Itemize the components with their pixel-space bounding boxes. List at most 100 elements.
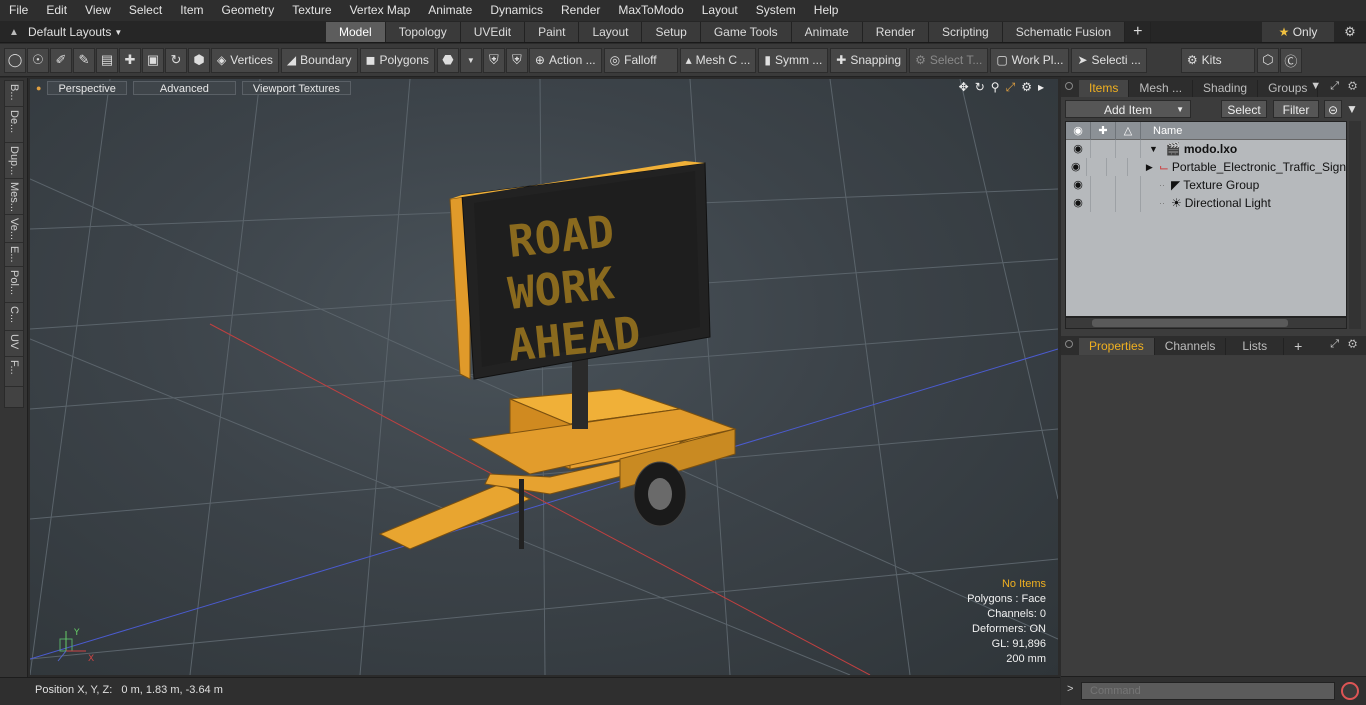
polygons-button[interactable]: ◼ Polygons <box>359 47 435 73</box>
unreal-icon[interactable]: Ⓒ <box>1279 47 1302 73</box>
menu-vertex-map[interactable]: Vertex Map <box>341 0 420 21</box>
left-tab-vertex[interactable]: Ve... <box>5 215 23 243</box>
render-col-icon[interactable]: △ <box>1116 122 1141 140</box>
orbit-icon[interactable]: ↻ <box>975 80 985 95</box>
left-tab-basic[interactable]: B... <box>5 81 23 107</box>
collapse-icon[interactable]: ⊝ <box>1324 100 1342 118</box>
funnel-icon[interactable]: ▼ <box>1346 102 1364 116</box>
select-through-button[interactable]: ⚙ Select T... <box>909 47 989 73</box>
viewport-textures-button[interactable]: Viewport Textures <box>241 81 351 95</box>
eye-icon[interactable]: ◉ <box>1066 194 1091 212</box>
eye-icon[interactable]: ◉ <box>1066 158 1087 176</box>
globe-icon[interactable]: ☉ <box>27 47 49 73</box>
tab-scripting[interactable]: Scripting <box>929 22 1003 42</box>
symmetry-shield-icon[interactable]: ⛨ <box>482 47 505 73</box>
tab-game-tools[interactable]: Game Tools <box>700 22 792 42</box>
add-tab-button[interactable]: + <box>1284 338 1312 355</box>
tab-properties[interactable]: Properties <box>1079 338 1155 355</box>
scroll-thumb[interactable] <box>1092 319 1288 327</box>
eye-icon[interactable]: ◉ <box>1066 140 1091 158</box>
falloff-button[interactable]: ◎ Falloff <box>603 47 678 73</box>
pen-icon[interactable]: ✐ <box>50 47 72 73</box>
menu-item[interactable]: Item <box>171 0 212 21</box>
add-item-button[interactable]: Add Item ▼ <box>1065 100 1191 118</box>
menu-geometry[interactable]: Geometry <box>213 0 284 21</box>
panel-corner-icons[interactable]: ⤢ ⚙ <box>1330 338 1360 351</box>
snapping-button[interactable]: ✚ Snapping <box>830 47 908 73</box>
panel-menu-icon[interactable] <box>1065 340 1073 348</box>
list-item[interactable]: ◉ ·· ◤ Texture Group <box>1066 176 1346 194</box>
left-tab-duplicate[interactable]: Dup... <box>5 143 23 179</box>
list-item[interactable]: ◉ ·· ☀ Directional Light <box>1066 194 1346 212</box>
tab-setup[interactable]: Setup <box>642 22 701 42</box>
menu-edit[interactable]: Edit <box>37 0 76 21</box>
panel-menu-icon[interactable] <box>1065 82 1073 90</box>
left-tab-mesh-edit[interactable]: Mes... <box>5 179 23 215</box>
brush-icon[interactable]: ✎ <box>73 47 95 73</box>
action-center-button[interactable]: ⊕ Action ... <box>528 47 602 73</box>
command-arrow-icon[interactable]: > <box>1067 683 1073 695</box>
perspective-button[interactable]: Perspective <box>47 81 127 95</box>
tab-mesh[interactable]: Mesh ... <box>1129 80 1194 97</box>
menu-texture[interactable]: Texture <box>283 0 340 21</box>
expand-arrow-icon[interactable]: ▸ <box>1038 80 1044 95</box>
command-input[interactable] <box>1081 682 1335 700</box>
add-tab-button[interactable]: + <box>1125 22 1152 42</box>
advanced-button[interactable]: Advanced <box>132 81 236 95</box>
select-button[interactable]: Select <box>1221 100 1267 118</box>
vertices-button[interactable]: ◈ Vertices <box>211 47 279 73</box>
expand-arrow-icon[interactable]: ▼ <box>1149 144 1158 154</box>
list-item[interactable]: ◉ ▼ 🎬 modo.lxo <box>1066 140 1346 158</box>
boundary-button[interactable]: ◢ Boundary <box>280 47 358 73</box>
tab-items[interactable]: Items <box>1079 80 1130 97</box>
left-tab-uv[interactable]: UV <box>5 331 23 357</box>
lock-col-icon[interactable]: ✚ <box>1091 122 1116 140</box>
tab-animate[interactable]: Animate <box>791 22 863 42</box>
menu-view[interactable]: View <box>76 0 120 21</box>
only-toggle[interactable]: ★ Only <box>1262 22 1334 42</box>
unity-icon[interactable]: ⬡ <box>1256 47 1279 73</box>
layouts-selector[interactable]: ▲ Default Layouts ▼ <box>0 21 122 43</box>
move-icon[interactable]: ✥ <box>959 80 969 95</box>
tab-model[interactable]: Model <box>326 22 386 42</box>
symmetry-button[interactable]: ▮ Symm ... <box>758 47 829 73</box>
menu-render[interactable]: Render <box>552 0 609 21</box>
kits-button[interactable]: ⚙ Kits <box>1180 47 1255 73</box>
material-mode-icon[interactable]: ⬣ <box>436 47 459 73</box>
tab-uvedit[interactable]: UVEdit <box>460 22 526 42</box>
left-tab-polygon[interactable]: Pol... <box>5 267 23 303</box>
menu-maxtomodo[interactable]: MaxToModo <box>609 0 692 21</box>
menu-file[interactable]: File <box>0 0 37 21</box>
maximize-icon[interactable]: ⤢ <box>1006 80 1016 95</box>
menu-dynamics[interactable]: Dynamics <box>481 0 552 21</box>
tab-schematic-fusion[interactable]: Schematic Fusion <box>1002 22 1126 42</box>
transform-icon[interactable]: ✚ <box>119 47 141 73</box>
menu-system[interactable]: System <box>747 0 805 21</box>
menu-select[interactable]: Select <box>120 0 171 21</box>
expand-arrow-icon[interactable]: ▶ <box>1146 162 1153 173</box>
3d-viewport[interactable]: ROAD WORK AHEAD Y X ● Perspective Advanc… <box>30 79 1058 675</box>
menu-layout[interactable]: Layout <box>693 0 747 21</box>
visibility-col-icon[interactable]: ◉ <box>1066 122 1091 140</box>
dropdown-icon[interactable]: ▼ <box>459 47 482 73</box>
menu-help[interactable]: Help <box>805 0 848 21</box>
record-icon[interactable] <box>1341 682 1359 700</box>
rotate-icon[interactable]: ↻ <box>165 47 187 73</box>
selection-sets-button[interactable]: ➤ Selecti ... <box>1071 47 1147 73</box>
left-tab-curve[interactable]: C... <box>5 303 23 331</box>
viewport-dot-icon[interactable]: ● <box>36 83 41 93</box>
scale-icon[interactable]: ▣ <box>142 47 164 73</box>
left-tab-edge[interactable]: E... <box>5 243 23 267</box>
eye-icon[interactable]: ◉ <box>1066 176 1091 194</box>
panel-corner-icons[interactable]: ▼ ⤢ ⚙ <box>1310 80 1360 93</box>
list-item[interactable]: ◉ ▶ ⌙ Portable_Electronic_Traffic_Sign <box>1066 158 1346 176</box>
tab-layout[interactable]: Layout <box>579 22 643 42</box>
align-icon[interactable]: ▤ <box>96 47 118 73</box>
name-col-header[interactable]: Name <box>1141 125 1182 137</box>
tab-paint[interactable]: Paint <box>525 22 580 42</box>
tab-shading[interactable]: Shading <box>1193 80 1259 97</box>
tab-lists[interactable]: Lists <box>1226 338 1285 355</box>
mesh-constraint-button[interactable]: ▴ Mesh C ... <box>679 47 757 73</box>
left-tab-deform[interactable]: De... <box>5 107 23 143</box>
tab-render[interactable]: Render <box>862 22 930 42</box>
